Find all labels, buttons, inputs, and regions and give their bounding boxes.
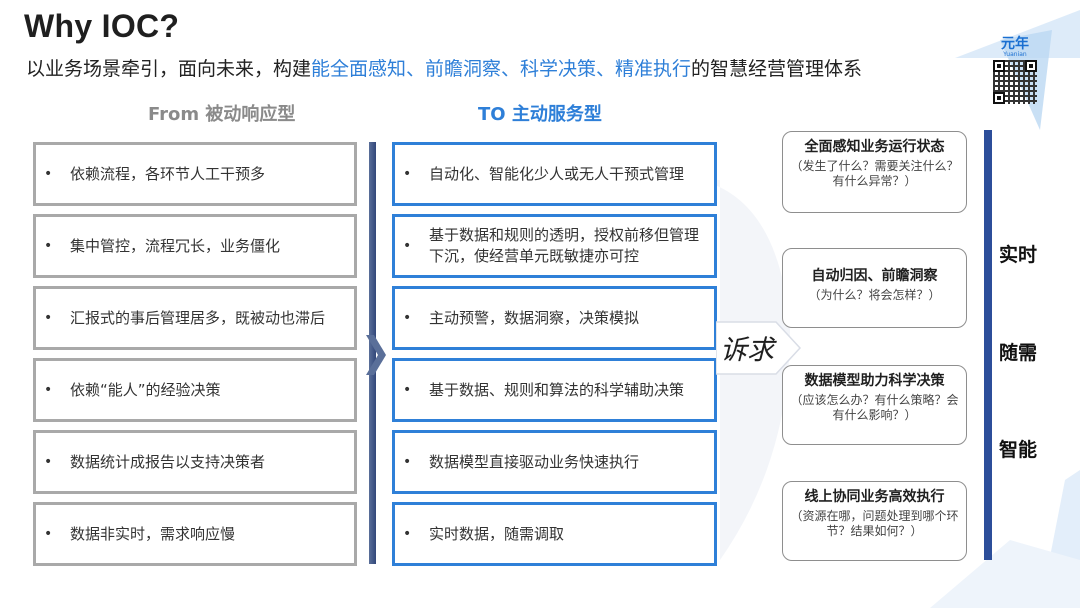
subtitle-prefix: 以业务场景牵引，面向未来，构建 <box>26 58 312 80</box>
capability-title: 自动归因、前瞻洞察 <box>811 268 938 284</box>
to-item: • 实时数据，随需调取 <box>392 502 717 566</box>
capability-title: 全面感知业务运行状态 <box>804 139 945 155</box>
attribute-label: 随需 <box>999 342 1038 364</box>
from-item: • 依赖流程，各环节人工干预多 <box>33 142 357 206</box>
chevron-right-icon <box>366 335 386 375</box>
capability-card: 线上协同业务高效执行 （资源在哪，问题处理到哪个环节？结果如何？） <box>782 481 967 561</box>
from-item-text: 依赖“能人”的经验决策 <box>70 380 221 399</box>
attribute-label: 实时 <box>999 244 1038 266</box>
capability-desc: （应该怎么办？有什么策略？会有什么影响？） <box>790 393 959 422</box>
logo-subtext: Yuanian <box>1003 51 1027 58</box>
from-column-heading: From 被动响应型 <box>148 104 296 125</box>
to-item-text: 实时数据，随需调取 <box>429 524 565 543</box>
to-item: • 基于数据、规则和算法的科学辅助决策 <box>392 358 717 422</box>
bullet-mark: • <box>44 237 53 254</box>
capability-desc: （发生了什么？需要关注什么？有什么异常？） <box>790 159 959 188</box>
from-item: • 数据统计成报告以支持决策者 <box>33 430 357 494</box>
subtitle-suffix: 的智慧经营管理体系 <box>691 58 863 80</box>
to-item-text: 基于数据和规则的透明，授权前移但管理下沉，使经营单元既敏捷亦可控 <box>429 226 700 265</box>
from-item: • 数据非实时，需求响应慢 <box>33 502 357 566</box>
capability-card: 自动归因、前瞻洞察 （为什么？将会怎样？） <box>782 248 967 328</box>
bullet-mark: • <box>403 525 412 542</box>
from-item-text: 汇报式的事后管理居多，既被动也滞后 <box>70 308 326 327</box>
page-title: Why IOC? <box>24 8 180 44</box>
to-item-text: 数据模型直接驱动业务快速执行 <box>429 452 640 471</box>
from-item-text: 数据非实时，需求响应慢 <box>70 524 236 543</box>
capability-card: 数据模型助力科学决策 （应该怎么办？有什么策略？会有什么影响？） <box>782 365 967 445</box>
bullet-mark: • <box>403 165 412 182</box>
from-item: • 集中管控，流程冗长，业务僵化 <box>33 214 357 278</box>
to-item-text: 主动预警，数据洞察，决策模拟 <box>429 308 640 327</box>
page-subtitle: 以业务场景牵引，面向未来，构建能全面感知、前瞻洞察、科学决策、精准执行的智慧经营… <box>26 54 862 81</box>
capability-desc: （为什么？将会怎样？） <box>808 288 941 302</box>
attribute-label: 智能 <box>999 439 1038 461</box>
bullet-mark: • <box>44 381 53 398</box>
bullet-mark: • <box>403 237 412 254</box>
capability-desc: （资源在哪，问题处理到哪个环节？结果如何？） <box>790 509 959 538</box>
capability-card: 全面感知业务运行状态 （发生了什么？需要关注什么？有什么异常？） <box>782 131 967 213</box>
qr-code-icon <box>993 60 1037 104</box>
bullet-mark: • <box>403 381 412 398</box>
to-item: • 自动化、智能化少人或无人干预式管理 <box>392 142 717 206</box>
bullet-mark: • <box>44 309 53 326</box>
bullet-mark: • <box>44 165 53 182</box>
capability-title: 线上协同业务高效执行 <box>804 489 945 505</box>
bullet-mark: • <box>44 453 53 470</box>
to-item: • 主动预警，数据洞察，决策模拟 <box>392 286 717 350</box>
attribute-bar <box>984 130 992 560</box>
from-item-text: 集中管控，流程冗长，业务僵化 <box>70 236 281 255</box>
appeal-label: 诉求 <box>720 335 774 366</box>
bullet-mark: • <box>403 453 412 470</box>
bullet-mark: • <box>44 525 53 542</box>
from-item: • 依赖“能人”的经验决策 <box>33 358 357 422</box>
to-column-heading: TO 主动服务型 <box>478 104 602 125</box>
bullet-mark: • <box>403 309 412 326</box>
to-item-text: 基于数据、规则和算法的科学辅助决策 <box>429 380 685 399</box>
capability-title: 数据模型助力科学决策 <box>804 373 945 389</box>
to-item-text: 自动化、智能化少人或无人干预式管理 <box>429 164 685 183</box>
logo-text: 元年 <box>1001 36 1029 52</box>
brand-logo: 元年 Yuanian <box>992 37 1038 104</box>
from-item-text: 依赖流程，各环节人工干预多 <box>70 164 266 183</box>
to-item: • 数据模型直接驱动业务快速执行 <box>392 430 717 494</box>
subtitle-highlight: 能全面感知、前瞻洞察、科学决策、精准执行 <box>311 58 692 80</box>
to-item: • 基于数据和规则的透明，授权前移但管理下沉，使经营单元既敏捷亦可控 <box>392 214 717 278</box>
from-item-text: 数据统计成报告以支持决策者 <box>70 452 266 471</box>
from-item: • 汇报式的事后管理居多，既被动也滞后 <box>33 286 357 350</box>
